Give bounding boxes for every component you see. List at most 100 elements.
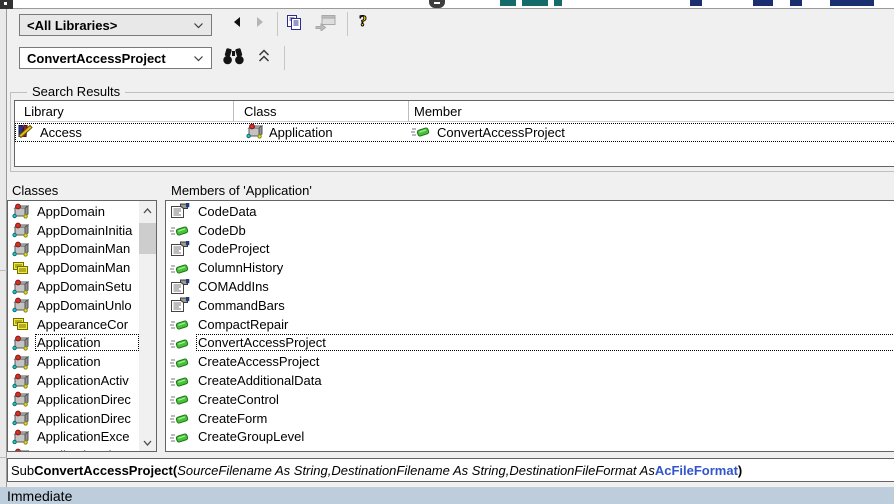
- scroll-down-button[interactable]: [139, 433, 156, 451]
- signature-segment: Sub: [11, 462, 35, 478]
- list-item-label: CreateAccessProject: [198, 354, 320, 370]
- member-list-item[interactable]: CodeDb: [166, 221, 894, 240]
- member-list-item[interactable]: CommandBars: [166, 296, 894, 315]
- immediate-window-titlebar[interactable]: Immediate: [0, 487, 894, 504]
- library-combo[interactable]: <All Libraries>: [19, 14, 212, 36]
- property-icon: [170, 278, 190, 295]
- method-icon: [170, 448, 190, 451]
- member-list-item[interactable]: COMAddIns: [166, 277, 894, 296]
- class-list-item[interactable]: ApplicationId: [8, 446, 139, 451]
- list-item-label: CompactRepair: [198, 316, 289, 332]
- svg-text:?: ?: [359, 13, 367, 30]
- search-result-row[interactable]: Access Application ConvertAccessProject: [15, 123, 894, 142]
- window-fragment: [522, 0, 548, 6]
- go-forward-button[interactable]: [250, 13, 270, 35]
- list-item-label: CreateControl: [198, 391, 279, 407]
- back-arrow-icon: [232, 15, 242, 33]
- list-item-label: CreateReport: [196, 447, 894, 451]
- class-icon: [12, 297, 29, 313]
- list-item-label: AppDomainInitia: [37, 222, 133, 238]
- list-item-label: ColumnHistory: [198, 260, 284, 276]
- divider: [0, 270, 7, 271]
- result-library: Access: [40, 125, 82, 140]
- list-item-label: AppDomainSetu: [37, 279, 132, 295]
- signature-type-link[interactable]: AcFileFormat: [655, 463, 738, 478]
- column-header-library[interactable]: Library: [15, 101, 234, 121]
- method-icon: [170, 222, 190, 238]
- member-list-item[interactable]: CodeData: [166, 202, 894, 221]
- toolbar-separator: [284, 46, 285, 70]
- result-class: Application: [269, 125, 333, 140]
- module-icon: [12, 260, 29, 276]
- class-list-item[interactable]: AppDomainMan: [8, 240, 139, 259]
- go-back-button[interactable]: [227, 13, 247, 35]
- search-combo-value: ConvertAccessProject: [27, 50, 166, 66]
- class-list-item[interactable]: AppDomain: [8, 202, 139, 221]
- list-item-label: CodeData: [198, 203, 257, 219]
- member-list-item[interactable]: CreateReport: [166, 446, 894, 451]
- member-list-item[interactable]: ConvertAccessProject: [166, 334, 894, 353]
- library-icon: [17, 123, 34, 142]
- classes-scrollbar[interactable]: [139, 201, 156, 451]
- column-header-class[interactable]: Class: [234, 101, 409, 121]
- method-icon: [411, 123, 431, 142]
- class-list-item[interactable]: AppDomainInitia: [8, 221, 139, 240]
- help-button[interactable]: ?: [352, 11, 374, 35]
- signature-segment: SourceFilename As String: [177, 462, 328, 478]
- list-item-label: ApplicationId: [35, 447, 139, 451]
- class-list-item[interactable]: AppDomainMan: [8, 258, 139, 277]
- list-item-label: AppDomain: [37, 203, 105, 219]
- method-icon: [170, 316, 190, 332]
- member-list-item[interactable]: CodeProject: [166, 240, 894, 259]
- list-item-label: Application: [37, 354, 101, 370]
- class-list-item[interactable]: AppDomainUnlo: [8, 296, 139, 315]
- column-header-member[interactable]: Member: [409, 101, 894, 121]
- list-item-label: CodeProject: [198, 241, 270, 257]
- list-item-label: ApplicationActiv: [37, 373, 129, 389]
- scrollbar-thumb[interactable]: [139, 223, 156, 254]
- class-icon: [12, 448, 29, 451]
- chevron-down-icon: [193, 55, 204, 62]
- class-list-item[interactable]: ApplicationExce: [8, 428, 139, 447]
- immediate-title: Immediate: [7, 487, 73, 504]
- member-list-item[interactable]: CreateAdditionalData: [166, 371, 894, 390]
- list-item-label: CreateForm: [198, 410, 268, 426]
- object-browser-window: <All Libraries> ? ConvertAccessProject S…: [0, 0, 894, 504]
- member-list-item[interactable]: CompactRepair: [166, 315, 894, 334]
- toolbar-separator: [277, 12, 278, 36]
- member-list-item[interactable]: CreateGroupLevel: [166, 428, 894, 447]
- module-icon: [12, 316, 29, 332]
- class-list-item[interactable]: Application: [8, 352, 139, 371]
- search-button[interactable]: [220, 47, 247, 70]
- list-item-label: AppDomainMan: [37, 241, 131, 257]
- method-icon: [170, 391, 190, 407]
- method-icon: [170, 335, 190, 351]
- class-list-item[interactable]: ApplicationDirec: [8, 390, 139, 409]
- class-list-item[interactable]: Application: [8, 334, 139, 353]
- class-list-item[interactable]: ApplicationDirec: [8, 409, 139, 428]
- forward-arrow-icon: [255, 15, 265, 33]
- member-list-item[interactable]: CreateForm: [166, 409, 894, 428]
- class-list-item[interactable]: AppDomainSetu: [8, 277, 139, 296]
- member-list-item[interactable]: ColumnHistory: [166, 258, 894, 277]
- list-item-label: Application: [35, 334, 139, 352]
- property-icon: [170, 240, 190, 257]
- window-fragment: [4, 2, 7, 5]
- copy-button[interactable]: [282, 12, 306, 36]
- window-fragment: [434, 2, 440, 4]
- member-list-item[interactable]: CreateAccessProject: [166, 352, 894, 371]
- window-fragment: [790, 0, 802, 6]
- scroll-up-button[interactable]: [139, 201, 156, 219]
- scrollbar-track[interactable]: [139, 219, 156, 433]
- member-list-item[interactable]: CreateControl: [166, 390, 894, 409]
- class-list-item[interactable]: ApplicationActiv: [8, 371, 139, 390]
- window-fragment: [500, 0, 516, 6]
- show-definition-button[interactable]: [312, 12, 340, 36]
- show-definition-icon: [314, 13, 338, 36]
- search-combo[interactable]: ConvertAccessProject: [19, 47, 212, 69]
- hide-search-results-button[interactable]: [251, 47, 276, 70]
- window-fragment: [753, 0, 773, 6]
- method-icon: [170, 373, 190, 389]
- class-list-item[interactable]: AppearanceCor: [8, 315, 139, 334]
- window-edge: [0, 9, 7, 487]
